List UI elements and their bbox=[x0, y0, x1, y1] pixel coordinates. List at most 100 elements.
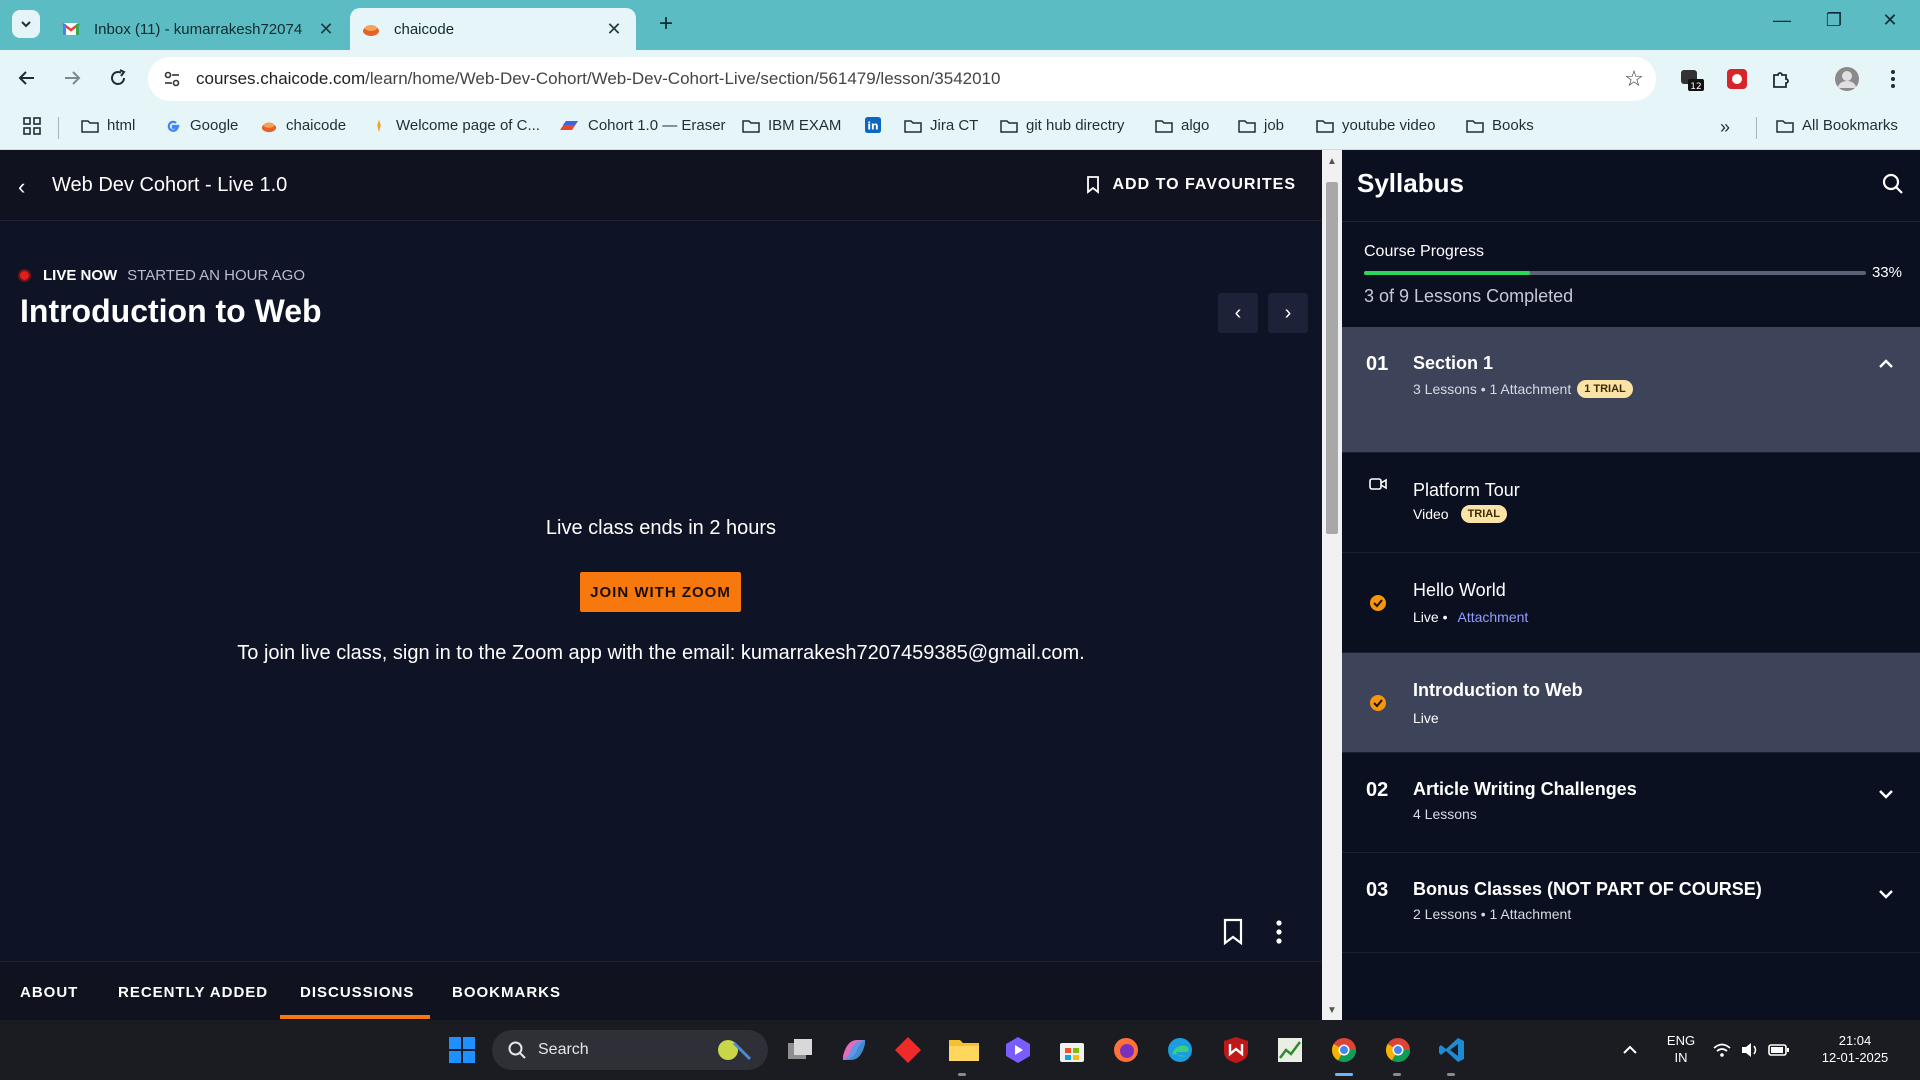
trial-badge: TRIAL bbox=[1460, 505, 1507, 523]
section-2[interactable]: 02 Article Writing Challenges 4 Lessons bbox=[1342, 753, 1920, 853]
extension-button[interactable] bbox=[1722, 64, 1752, 94]
bookmark-chaicode[interactable]: chaicode bbox=[260, 117, 346, 134]
running-indicator bbox=[1393, 1073, 1401, 1076]
folder-icon bbox=[742, 119, 760, 133]
task-view-button[interactable] bbox=[782, 1032, 818, 1068]
vscode-app[interactable] bbox=[1434, 1032, 1470, 1068]
address-bar[interactable]: courses.chaicode.com/learn/home/Web-Dev-… bbox=[148, 57, 1656, 101]
app-green-chart[interactable] bbox=[1272, 1032, 1308, 1068]
forward-button[interactable] bbox=[57, 63, 87, 93]
add-to-favourites-button[interactable]: ADD TO FAVOURITES bbox=[1086, 176, 1296, 194]
chevron-up-icon[interactable] bbox=[1878, 353, 1894, 374]
close-icon[interactable]: ✕ bbox=[604, 19, 624, 40]
section-meta-text: 4 Lessons bbox=[1413, 806, 1477, 822]
scroll-up-arrow-icon[interactable]: ▲ bbox=[1327, 156, 1337, 167]
chevron-down-icon[interactable] bbox=[1878, 883, 1894, 904]
tab-recently-added[interactable]: RECENTLY ADDED bbox=[118, 984, 268, 1001]
edge-app[interactable] bbox=[1162, 1032, 1198, 1068]
chevron-left-icon[interactable]: ‹ bbox=[18, 174, 25, 200]
firefox-app[interactable] bbox=[1108, 1032, 1144, 1068]
tab-title: Inbox (11) - kumarrakesh72074 bbox=[94, 20, 303, 38]
previous-lesson-button[interactable]: ‹ bbox=[1218, 293, 1258, 333]
lesson-introduction-to-web[interactable]: Introduction to Web Live bbox=[1342, 653, 1920, 753]
minimize-button[interactable]: — bbox=[1762, 10, 1802, 31]
app-purple[interactable] bbox=[1000, 1032, 1036, 1068]
scroll-down-arrow-icon[interactable]: ▼ bbox=[1327, 1005, 1337, 1016]
bookmarks-overflow-button[interactable]: » bbox=[1720, 117, 1730, 138]
bookmark-youtube[interactable]: youtube video bbox=[1316, 117, 1435, 134]
bookmark-eraser[interactable]: Cohort 1.0 — Eraser bbox=[558, 117, 726, 134]
folder-icon bbox=[949, 1040, 979, 1061]
scrollbar-thumb[interactable] bbox=[1326, 182, 1338, 534]
chrome-icon bbox=[1385, 1038, 1410, 1063]
bookmark-icon[interactable] bbox=[1222, 918, 1244, 946]
bookmark-ibm-exam[interactable]: IBM EXAM bbox=[742, 117, 841, 134]
copilot-app[interactable] bbox=[836, 1032, 872, 1068]
bookmark-job[interactable]: job bbox=[1238, 117, 1284, 134]
lesson-tabs: ABOUT RECENTLY ADDED DISCUSSIONS BOOKMAR… bbox=[0, 961, 1322, 1020]
clock[interactable]: 21:04 12-01-2025 bbox=[1810, 1032, 1900, 1066]
bookmark-html[interactable]: html bbox=[81, 117, 135, 134]
lesson-title: Platform Tour bbox=[1413, 480, 1520, 500]
site-info-button[interactable] bbox=[148, 70, 196, 88]
course-title[interactable]: Web Dev Cohort - Live 1.0 bbox=[52, 174, 287, 197]
microsoft-store-app[interactable] bbox=[1054, 1032, 1090, 1068]
language-indicator[interactable]: ENG IN bbox=[1664, 1032, 1698, 1066]
new-tab-button[interactable]: + bbox=[652, 10, 680, 38]
mcafee-app[interactable] bbox=[1218, 1032, 1254, 1068]
extensions-menu-button[interactable] bbox=[1766, 64, 1796, 94]
join-with-zoom-button[interactable]: JOIN WITH ZOOM bbox=[580, 572, 741, 612]
taskbar-search[interactable]: Search bbox=[492, 1030, 768, 1070]
start-button[interactable] bbox=[444, 1032, 480, 1068]
bookmark-welcome[interactable]: Welcome page of C... bbox=[370, 117, 540, 134]
bookmark-google[interactable]: Google bbox=[164, 117, 238, 134]
lesson-meta: Video TRIAL bbox=[1413, 505, 1507, 523]
apps-button[interactable] bbox=[22, 116, 42, 136]
tab-about[interactable]: ABOUT bbox=[20, 984, 78, 1001]
chevron-down-icon[interactable] bbox=[1878, 783, 1894, 804]
bookmark-jira[interactable]: Jira CT bbox=[904, 117, 978, 134]
bookmark-linkedin[interactable]: in bbox=[864, 117, 890, 133]
chrome-menu-button[interactable] bbox=[1878, 64, 1908, 94]
next-lesson-button[interactable]: › bbox=[1268, 293, 1308, 333]
bookmark-algo[interactable]: algo bbox=[1155, 117, 1209, 134]
quick-settings-button[interactable] bbox=[1708, 1032, 1794, 1068]
browser-tab-strip: Inbox (11) - kumarrakesh72074 ✕ chaicode… bbox=[0, 0, 1920, 50]
chrome-app[interactable] bbox=[1326, 1032, 1362, 1068]
bookmark-books[interactable]: Books bbox=[1466, 117, 1534, 134]
all-bookmarks-button[interactable]: All Bookmarks bbox=[1776, 117, 1898, 134]
extension-badge-button[interactable]: 12 bbox=[1676, 64, 1706, 94]
section-meta-text: 2 Lessons • 1 Attachment bbox=[1413, 906, 1572, 922]
section-meta: 3 Lessons • 1 Attachment 1 TRIAL bbox=[1413, 380, 1633, 398]
profile-avatar[interactable] bbox=[1832, 64, 1862, 94]
url-text[interactable]: courses.chaicode.com/learn/home/Web-Dev-… bbox=[196, 69, 1612, 89]
section-1[interactable]: 01 Section 1 3 Lessons • 1 Attachment 1 … bbox=[1342, 327, 1920, 453]
window-close-button[interactable]: ✕ bbox=[1870, 10, 1910, 31]
tab-chaicode[interactable]: chaicode ✕ bbox=[350, 8, 636, 50]
chrome-profile-app[interactable] bbox=[1380, 1032, 1416, 1068]
reload-button[interactable] bbox=[103, 63, 133, 93]
tab-discussions[interactable]: DISCUSSIONS bbox=[300, 984, 414, 1001]
attachment-link[interactable]: Attachment bbox=[1457, 609, 1528, 625]
app-red-diamond[interactable] bbox=[890, 1032, 926, 1068]
close-icon[interactable]: ✕ bbox=[316, 19, 336, 40]
back-button[interactable] bbox=[12, 63, 42, 93]
section-3[interactable]: 03 Bonus Classes (NOT PART OF COURSE) 2 … bbox=[1342, 853, 1920, 953]
restore-button[interactable]: ❐ bbox=[1814, 10, 1854, 31]
course-progress-percent: 33% bbox=[1871, 264, 1902, 281]
tray-overflow-button[interactable] bbox=[1612, 1032, 1648, 1068]
search-icon[interactable] bbox=[1881, 172, 1905, 196]
course-progress-bar bbox=[1364, 271, 1866, 275]
tab-gmail[interactable]: Inbox (11) - kumarrakesh72074 ✕ bbox=[50, 8, 348, 50]
tab-search-button[interactable] bbox=[12, 10, 40, 38]
clock-time: 21:04 bbox=[1838, 1033, 1872, 1048]
bookmark-star-icon[interactable]: ☆ bbox=[1612, 66, 1656, 92]
reload-icon bbox=[111, 69, 126, 85]
more-vertical-icon[interactable] bbox=[1275, 918, 1283, 946]
file-explorer-app[interactable] bbox=[946, 1032, 982, 1068]
bookmark-github[interactable]: git hub directry bbox=[1000, 117, 1124, 134]
lesson-platform-tour[interactable]: Platform Tour Video TRIAL bbox=[1342, 453, 1920, 553]
main-scrollbar[interactable]: ▲ ▼ bbox=[1322, 150, 1342, 1020]
tab-bookmarks[interactable]: BOOKMARKS bbox=[452, 984, 561, 1001]
lesson-hello-world[interactable]: Hello World Live • Attachment bbox=[1342, 553, 1920, 653]
